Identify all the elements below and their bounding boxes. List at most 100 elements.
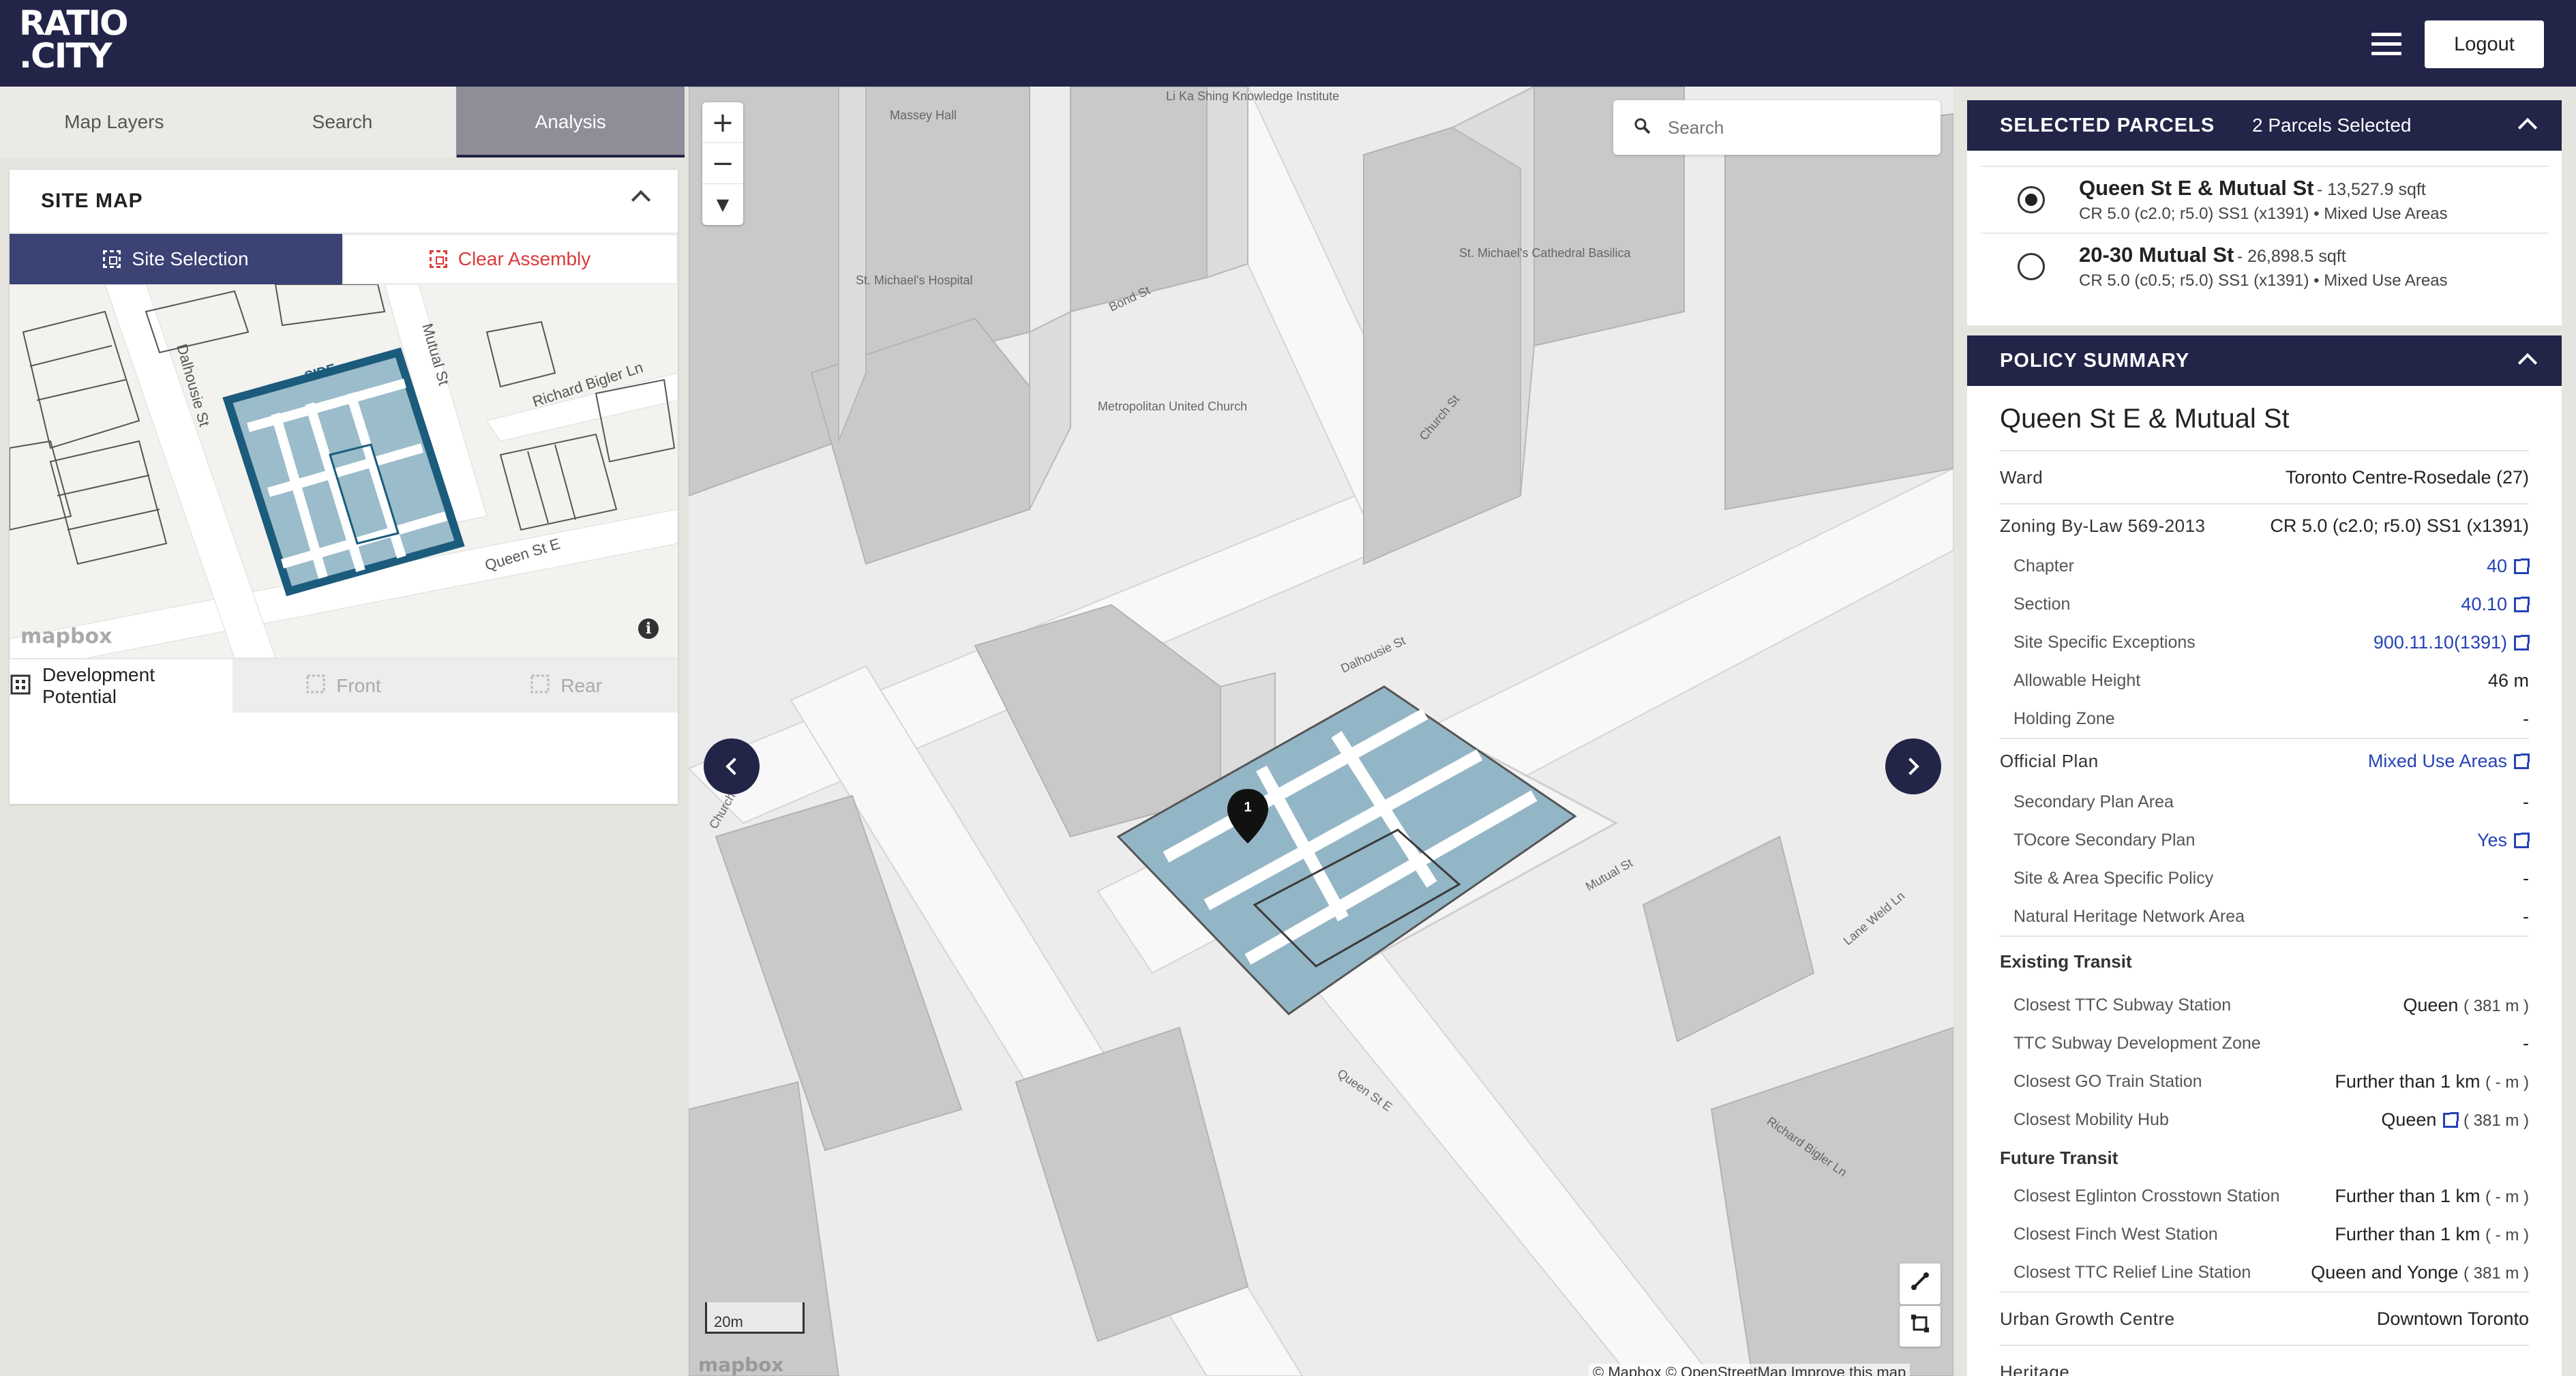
clear-grid-icon: [429, 250, 447, 268]
clear-assembly-button[interactable]: Clear Assembly: [342, 234, 678, 284]
future-transit-heading: Future Transit: [2000, 1147, 2118, 1168]
external-link-icon: [2514, 833, 2530, 849]
official-plan-row: Official Plan Mixed Use Areas: [2000, 738, 2530, 783]
mobility-link[interactable]: Queen: [2381, 1109, 2459, 1130]
prev-arrow-button[interactable]: [704, 738, 760, 794]
holding-value: -: [2523, 708, 2529, 729]
map-label-metropolitan: Metropolitan United Church: [1098, 400, 1247, 413]
right-panel: SELECTED PARCELS 2 Parcels Selected Quee…: [1953, 87, 2576, 1376]
parcel-name: 20-30 Mutual St: [2079, 243, 2234, 267]
compass-button[interactable]: ▼: [702, 184, 743, 225]
hamburger-menu-icon[interactable]: [2371, 33, 2401, 56]
info-icon[interactable]: i: [638, 618, 659, 639]
site-map-header[interactable]: SITE MAP: [10, 170, 678, 234]
map-mapbox-logo: mapbox: [698, 1353, 784, 1376]
main-3d-map[interactable]: 1 Massey Hall Li Ka Shing Knowledge Inst…: [689, 87, 1953, 1376]
site-map-card: SITE MAP Site Selection Clear Assembly D…: [10, 170, 678, 804]
site-map-title: SITE MAP: [41, 190, 143, 212]
chevron-right-icon: [1902, 758, 1919, 775]
sasp-row: Site & Area Specific Policy -: [2013, 867, 2529, 888]
rear-grid-icon: [530, 674, 550, 698]
selection-grid-icon: [103, 250, 121, 268]
map-marker-number: 1: [1244, 800, 1251, 815]
heritage-row: Heritage: [2000, 1345, 2529, 1376]
existing-transit-heading: Existing Transit: [2000, 936, 2529, 986]
sse-link[interactable]: 900.11.10(1391): [2373, 632, 2530, 653]
front-label: Front: [336, 675, 381, 696]
selected-parcels-card: SELECTED PARCELS 2 Parcels Selected Quee…: [1967, 100, 2562, 325]
next-arrow-button[interactable]: [1885, 738, 1941, 794]
active-tab-indicator: [457, 155, 685, 158]
section-row: Section 40.10: [2000, 585, 2530, 623]
left-panel: Map Layers Search Analysis SITE MAP Site…: [0, 87, 689, 1376]
development-buttons: Development Potential Front Rear: [10, 658, 678, 713]
external-link-icon: [2514, 597, 2530, 613]
collapse-policy-icon[interactable]: [2517, 353, 2538, 373]
parcel-radio-selected[interactable]: [2018, 186, 2045, 213]
logo-line-1: RATIO: [19, 3, 129, 43]
clear-assembly-label: Clear Assembly: [458, 248, 591, 269]
left-tabs: Map Layers Search Analysis: [0, 87, 685, 158]
logo-line-2: .CITY: [19, 36, 113, 76]
collapse-chevron-icon[interactable]: [631, 190, 651, 210]
map-label-massey: Massey Hall: [890, 108, 957, 122]
selection-buttons: Site Selection Clear Assembly: [10, 234, 678, 284]
collapse-parcels-icon[interactable]: [2517, 117, 2538, 138]
site-mini-map[interactable]: Dalhousie St Mutual St Richard Bigler Ln…: [10, 284, 678, 658]
development-potential-label: Development Potential: [42, 664, 155, 707]
map-search-box[interactable]: [1613, 100, 1941, 155]
policy-summary-header[interactable]: POLICY SUMMARY: [1967, 335, 2562, 386]
zoom-out-button[interactable]: −: [702, 143, 743, 184]
height-row: Allowable Height 46 m: [2013, 670, 2529, 691]
parcel-item[interactable]: 20-30 Mutual St - 26,898.5 sqft CR 5.0 (…: [1981, 233, 2548, 299]
top-bar: RATIO .CITY Logout: [0, 0, 2576, 87]
ratio-city-logo[interactable]: RATIO .CITY: [19, 3, 129, 76]
external-link-icon: [2443, 1112, 2459, 1128]
go-row: Closest GO Train Station Further than 1 k…: [2013, 1071, 2529, 1092]
parcels-count: 2 Parcels Selected: [2252, 115, 2412, 136]
parcel-name: Queen St E & Mutual St: [2079, 176, 2314, 200]
policy-summary-card: POLICY SUMMARY Queen St E & Mutual St Wa…: [1967, 335, 2562, 1376]
search-icon: [1634, 117, 1651, 138]
chapter-row: Chapter 40: [2000, 547, 2530, 585]
draw-polygon-button[interactable]: [1900, 1306, 1941, 1347]
logout-button[interactable]: Logout: [2425, 20, 2544, 68]
zoom-in-button[interactable]: +: [702, 102, 743, 143]
rear-button[interactable]: Rear: [455, 659, 678, 713]
urban-growth-row: Urban Growth Centre Downtown Toronto: [2000, 1291, 2529, 1345]
selected-parcels-header[interactable]: SELECTED PARCELS 2 Parcels Selected: [1967, 100, 2562, 151]
official-plan-link[interactable]: Mixed Use Areas: [2368, 751, 2530, 772]
parcel-area: - 26,898.5 sqft: [2236, 247, 2346, 266]
ruler-icon: [1910, 1271, 1930, 1297]
parcel-item[interactable]: Queen St E & Mutual St - 13,527.9 sqft C…: [1981, 166, 2548, 233]
policy-parcel-title: Queen St E & Mutual St: [2000, 404, 2290, 434]
subway-zone-row: TTC Subway Development Zone -: [2013, 1032, 2529, 1053]
polygon-icon: [1910, 1313, 1930, 1339]
parcel-radio[interactable]: [2018, 253, 2045, 280]
zoom-controls: + − ▼: [702, 102, 743, 225]
height-value: 46 m: [2487, 670, 2529, 691]
relief-row: Closest TTC Relief Line Station Queen and…: [2013, 1261, 2529, 1283]
development-potential-button[interactable]: Development Potential: [10, 659, 233, 713]
finch-row: Closest Finch West Station Further than 1…: [2013, 1223, 2529, 1244]
measure-tool-button[interactable]: [1900, 1263, 1941, 1304]
map-search-input[interactable]: [1668, 117, 1927, 138]
front-button[interactable]: Front: [232, 659, 455, 713]
external-link-icon: [2514, 635, 2530, 651]
map-attribution[interactable]: © Mapbox © OpenStreetMap Improve this ma…: [1589, 1364, 1911, 1376]
site-map-drawing: Dalhousie St Mutual St Richard Bigler Ln…: [10, 284, 678, 658]
site-selection-button[interactable]: Site Selection: [10, 234, 342, 284]
ward-value: Toronto Centre-Rosedale (27): [2285, 466, 2529, 488]
tocore-link[interactable]: Yes: [2477, 830, 2530, 851]
map-label-stmichaels-hospital: St. Michael's Hospital: [856, 273, 973, 287]
chapter-link[interactable]: 40: [2487, 556, 2530, 577]
section-link[interactable]: 40.10: [2461, 594, 2530, 615]
policy-summary-title: POLICY SUMMARY: [2000, 349, 2190, 372]
tab-search[interactable]: Search: [228, 87, 457, 158]
ward-row: Ward Toronto Centre-Rosedale (27): [2000, 450, 2529, 503]
mobility-row: Closest Mobility Hub Queen ( 381 m ): [2013, 1109, 2529, 1130]
parcel-details: CR 5.0 (c0.5; r5.0) SS1 (x1391) • Mixed …: [2079, 271, 2448, 290]
tab-analysis[interactable]: Analysis: [456, 87, 685, 158]
tab-map-layers[interactable]: Map Layers: [0, 87, 228, 158]
zoning-value: CR 5.0 (c2.0; r5.0) SS1 (x1391): [2270, 515, 2529, 536]
